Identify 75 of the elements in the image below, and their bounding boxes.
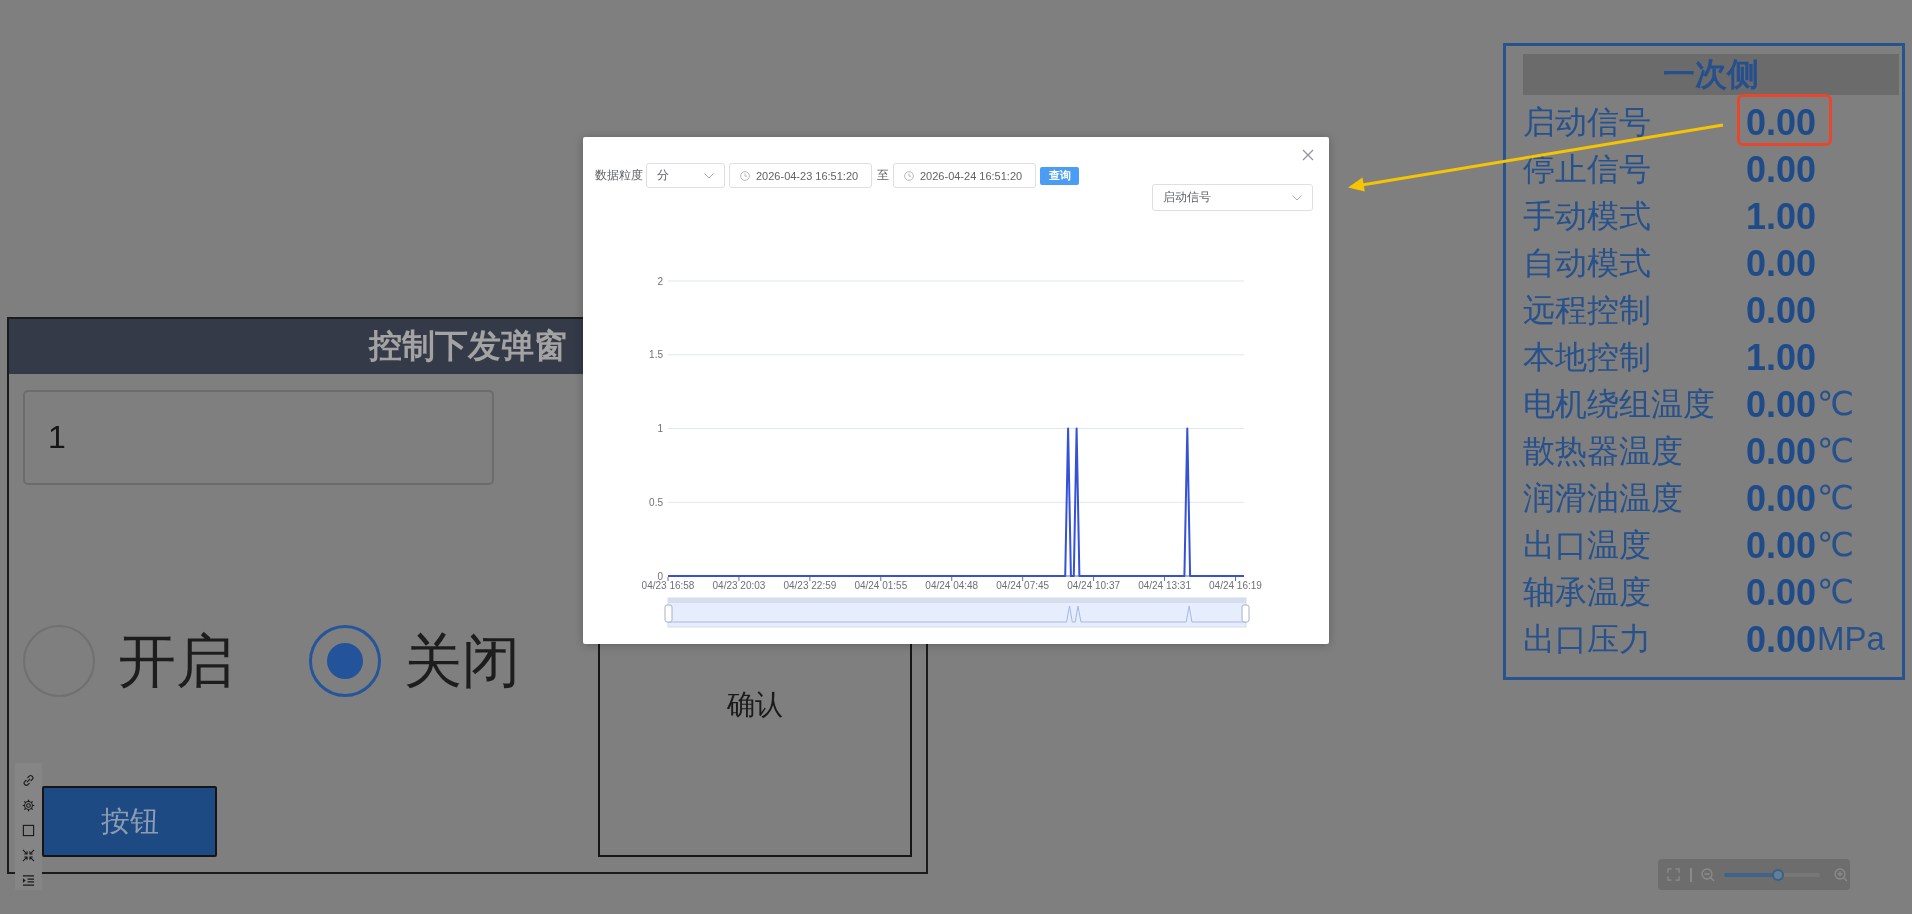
radio-label[interactable]: 开启 [118,629,234,693]
signal-label: 轴承温度 [1523,574,1652,611]
unit-label: MPa [1817,621,1885,658]
unit-label: ℃ [1817,386,1855,423]
signal-label: 启动信号 [1523,104,1652,141]
axis-tick-label: 1.5 [649,349,663,361]
signal-value: 0.00 [1746,525,1817,566]
radio-button[interactable] [309,625,381,697]
range-handle[interactable] [1241,604,1250,623]
axis-tick-label: 04/24 13:31 [1138,580,1191,591]
signal-value: 0.00 [1746,572,1817,613]
granularity-select[interactable]: 分 [646,163,725,188]
signal-label: 电机绕组温度 [1523,386,1716,423]
axis-tick-label: 0.5 [649,496,663,508]
axis-tick-label: 04/24 07:45 [996,580,1050,591]
signal-label: 远程控制 [1523,292,1652,329]
clock-icon [740,170,750,181]
unit-label: ℃ [1817,574,1855,611]
axis-tick-label: 0 [657,570,663,582]
settings-icon[interactable] [22,799,35,812]
range-separator: 至 [877,167,889,184]
signal-value: 1.00 [1746,337,1817,378]
signal-value: 0.00 [1746,384,1817,425]
close-icon[interactable] [1302,149,1314,161]
range-handle[interactable] [664,604,673,623]
chevron-down-icon [1292,194,1302,201]
signal-label: 手动模式 [1523,198,1652,235]
zoom-range-slider[interactable] [667,597,1247,628]
axis-tick-label: 04/24 04:48 [925,580,979,591]
signal-value: 1.00 [1746,196,1817,237]
signal-value: 0.00 [1746,431,1817,472]
indent-icon[interactable] [22,874,35,887]
axis-tick-label: 04/24 16:19 [1209,580,1262,591]
input-field[interactable]: 1 [23,390,494,485]
signal-label: 润滑油温度 [1523,480,1684,517]
signal-select[interactable]: 启动信号 [1152,184,1313,211]
zoom-in-icon[interactable] [1834,867,1848,882]
clock-icon [904,170,914,181]
axis-tick-label: 04/24 01:55 [854,580,908,591]
axis-tick-label: 1 [657,423,663,434]
square-icon[interactable] [22,824,35,837]
signal-value: 0.00 [1746,149,1817,190]
field-label: 数据粒度 [595,167,643,184]
date-time-field[interactable]: 2026-04-23 16:51:20 [729,163,872,188]
signal-label: 出口压力 [1523,621,1652,658]
zoom-slider[interactable] [1724,868,1820,881]
shrink-arrows-icon[interactable] [22,849,35,862]
signal-value: 0.00 [1746,619,1817,660]
signal-label: 本地控制 [1523,339,1652,376]
signal-value: 0.00 [1746,102,1817,143]
radio-label[interactable]: 关闭 [404,629,520,693]
query-button[interactable]: 查询 [1040,166,1079,185]
signal-label: 自动模式 [1523,245,1652,282]
unit-label: ℃ [1817,433,1855,470]
panel-title: 一次侧 [1523,54,1899,95]
action-button[interactable]: 按钮 [42,786,217,857]
signal-value: 0.00 [1746,290,1817,331]
fullscreen-icon[interactable] [1667,868,1680,881]
axis-tick-label: 04/23 20:03 [712,580,766,591]
unit-label: ℃ [1817,527,1855,564]
unit-label: ℃ [1817,480,1855,517]
axis-tick-label: 04/23 22:59 [783,580,837,591]
signal-label: 散热器温度 [1523,433,1684,470]
axis-tick-label: 2 [657,275,663,287]
axis-tick-label: 04/24 10:37 [1067,580,1121,591]
signal-label: 出口温度 [1523,527,1652,564]
slider-thumb[interactable] [1771,868,1784,881]
signal-label: 停止信号 [1523,151,1652,188]
date-time-field[interactable]: 2026-04-24 16:51:20 [893,163,1036,188]
zoom-out-icon[interactable] [1701,867,1715,882]
link-icon[interactable] [22,774,35,787]
axis-tick-label: 04/23 16:58 [641,580,695,591]
signal-value: 0.00 [1746,243,1817,284]
chevron-down-icon [704,172,714,179]
signal-value: 0.00 [1746,478,1817,519]
